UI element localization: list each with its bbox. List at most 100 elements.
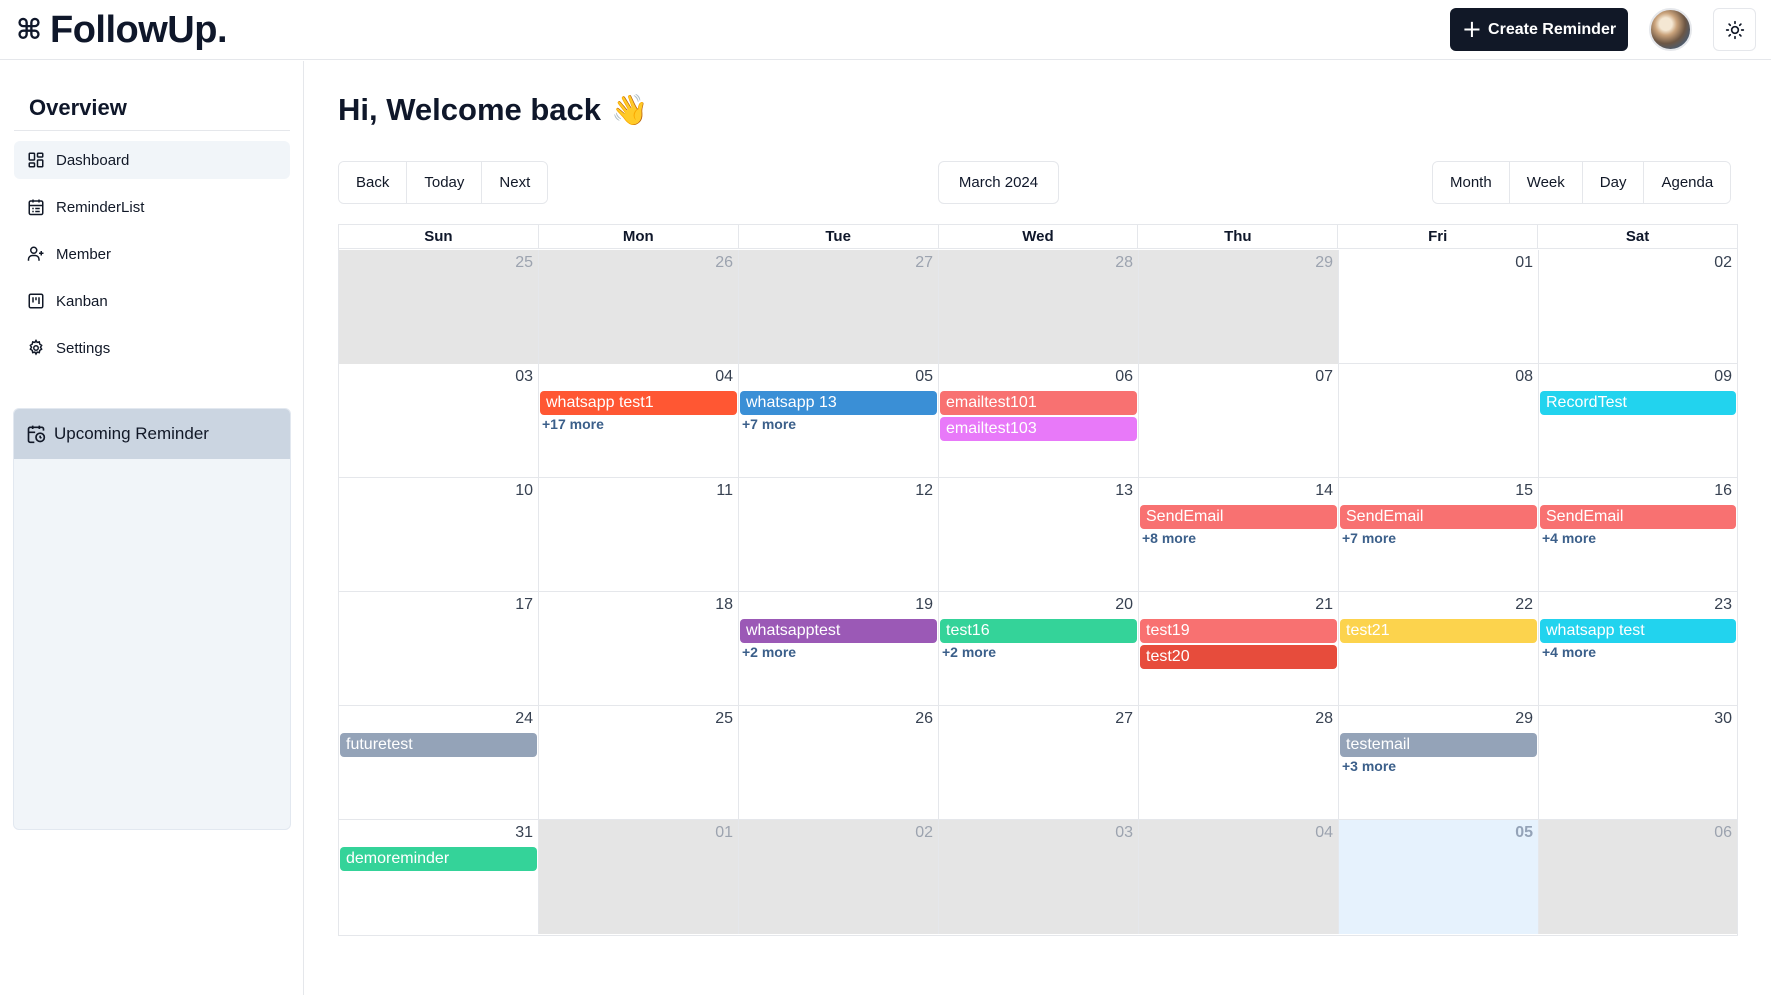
today-button[interactable]: Today: [407, 162, 483, 203]
agenda-view-button[interactable]: Agenda: [1644, 162, 1731, 203]
day-number[interactable]: 26: [915, 710, 933, 728]
calendar-event[interactable]: emailtest103: [940, 417, 1137, 441]
day-number[interactable]: 21: [1315, 596, 1333, 614]
calendar-day-cell[interactable]: 24 futuretest: [339, 706, 539, 820]
theme-toggle-button[interactable]: [1713, 8, 1756, 51]
calendar-event[interactable]: whatsapp 13: [740, 391, 937, 415]
day-number[interactable]: 01: [715, 824, 733, 842]
day-number[interactable]: 04: [715, 368, 733, 386]
day-number[interactable]: 03: [515, 368, 533, 386]
calendar-event[interactable]: RecordTest: [1540, 391, 1736, 415]
calendar-event[interactable]: whatsapptest: [740, 619, 937, 643]
day-number[interactable]: 29: [1515, 710, 1533, 728]
sidebar-item-dashboard[interactable]: Dashboard: [14, 141, 290, 179]
calendar-day-cell[interactable]: 14 SendEmail +8 more: [1139, 478, 1339, 592]
calendar-day-cell[interactable]: 15 SendEmail +7 more: [1339, 478, 1539, 592]
calendar-day-cell[interactable]: 27: [739, 250, 939, 364]
day-number[interactable]: 08: [1515, 368, 1533, 386]
calendar-day-today[interactable]: 05: [1339, 820, 1539, 934]
day-number[interactable]: 16: [1714, 482, 1732, 500]
calendar-day-cell[interactable]: 21 test19 test20: [1139, 592, 1339, 706]
calendar-event[interactable]: test20: [1140, 645, 1337, 669]
calendar-day-cell[interactable]: 23 whatsapp test +4 more: [1539, 592, 1737, 706]
day-number[interactable]: 31: [515, 824, 533, 842]
day-number[interactable]: 17: [515, 596, 533, 614]
day-number[interactable]: 10: [515, 482, 533, 500]
week-view-button[interactable]: Week: [1509, 162, 1583, 203]
next-button[interactable]: Next: [482, 162, 548, 203]
show-more-link[interactable]: +4 more: [1542, 644, 1596, 660]
calendar-event[interactable]: demoreminder: [340, 847, 537, 871]
calendar-day-cell[interactable]: 26: [539, 250, 739, 364]
calendar-day-cell[interactable]: 12: [739, 478, 939, 592]
upcoming-reminder-header[interactable]: Upcoming Reminder: [14, 409, 290, 459]
day-number[interactable]: 28: [1315, 710, 1333, 728]
day-number[interactable]: 01: [1515, 254, 1533, 272]
calendar-event[interactable]: whatsapp test1: [540, 391, 737, 415]
day-number[interactable]: 28: [1115, 254, 1133, 272]
day-number[interactable]: 22: [1515, 596, 1533, 614]
day-number[interactable]: 12: [915, 482, 933, 500]
day-number[interactable]: 25: [515, 254, 533, 272]
calendar-day-cell[interactable]: 02: [739, 820, 939, 934]
calendar-day-cell[interactable]: 09 RecordTest: [1539, 364, 1737, 478]
calendar-day-cell[interactable]: 31 demoreminder: [339, 820, 539, 934]
sidebar-item-member[interactable]: Member: [14, 235, 290, 273]
show-more-link[interactable]: +17 more: [542, 416, 604, 432]
show-more-link[interactable]: +2 more: [942, 644, 996, 660]
day-number[interactable]: 07: [1315, 368, 1333, 386]
calendar-day-cell[interactable]: 01: [539, 820, 739, 934]
calendar-day-cell[interactable]: 30: [1539, 706, 1737, 820]
calendar-day-cell[interactable]: 19 whatsapptest +2 more: [739, 592, 939, 706]
show-more-link[interactable]: +8 more: [1142, 530, 1196, 546]
calendar-day-cell[interactable]: 28: [939, 250, 1139, 364]
calendar-day-cell[interactable]: 03: [339, 364, 539, 478]
calendar-event[interactable]: whatsapp test: [1540, 619, 1736, 643]
calendar-event[interactable]: testemail: [1340, 733, 1537, 757]
calendar-day-cell[interactable]: 08: [1339, 364, 1539, 478]
calendar-event[interactable]: SendEmail: [1340, 505, 1537, 529]
calendar-day-cell[interactable]: 05 whatsapp 13 +7 more: [739, 364, 939, 478]
calendar-day-cell[interactable]: 25: [539, 706, 739, 820]
day-number[interactable]: 06: [1714, 824, 1732, 842]
calendar-day-cell[interactable]: 06: [1539, 820, 1737, 934]
calendar-event[interactable]: test16: [940, 619, 1137, 643]
calendar-day-cell[interactable]: 27: [939, 706, 1139, 820]
calendar-day-cell[interactable]: 22 test21: [1339, 592, 1539, 706]
day-number[interactable]: 18: [715, 596, 733, 614]
calendar-day-cell[interactable]: 10: [339, 478, 539, 592]
calendar-day-cell[interactable]: 20 test16 +2 more: [939, 592, 1139, 706]
calendar-day-cell[interactable]: 01: [1339, 250, 1539, 364]
calendar-day-cell[interactable]: 02: [1539, 250, 1737, 364]
day-number[interactable]: 27: [915, 254, 933, 272]
calendar-day-cell[interactable]: 13: [939, 478, 1139, 592]
day-number[interactable]: 19: [915, 596, 933, 614]
show-more-link[interactable]: +2 more: [742, 644, 796, 660]
calendar-day-cell[interactable]: 11: [539, 478, 739, 592]
calendar-day-cell[interactable]: 16 SendEmail +4 more: [1539, 478, 1737, 592]
calendar-event[interactable]: futuretest: [340, 733, 537, 757]
day-number[interactable]: 15: [1515, 482, 1533, 500]
day-number[interactable]: 02: [1714, 254, 1732, 272]
calendar-day-cell[interactable]: 03: [939, 820, 1139, 934]
calendar-day-cell[interactable]: 07: [1139, 364, 1339, 478]
show-more-link[interactable]: +3 more: [1342, 758, 1396, 774]
calendar-day-cell[interactable]: 29: [1139, 250, 1339, 364]
calendar-day-cell[interactable]: 04 whatsapp test1 +17 more: [539, 364, 739, 478]
sidebar-item-kanban[interactable]: Kanban: [14, 282, 290, 320]
day-number[interactable]: 11: [716, 482, 733, 500]
day-number[interactable]: 20: [1115, 596, 1133, 614]
day-number[interactable]: 04: [1315, 824, 1333, 842]
day-number[interactable]: 24: [515, 710, 533, 728]
calendar-day-cell[interactable]: 04: [1139, 820, 1339, 934]
calendar-day-cell[interactable]: 25: [339, 250, 539, 364]
day-number[interactable]: 30: [1714, 710, 1732, 728]
day-number[interactable]: 23: [1714, 596, 1732, 614]
calendar-day-cell[interactable]: 29 testemail +3 more: [1339, 706, 1539, 820]
calendar-event[interactable]: test21: [1340, 619, 1537, 643]
day-number[interactable]: 03: [1115, 824, 1133, 842]
day-view-button[interactable]: Day: [1582, 162, 1645, 203]
calendar-day-cell[interactable]: 17: [339, 592, 539, 706]
calendar-day-cell[interactable]: 18: [539, 592, 739, 706]
day-number[interactable]: 29: [1315, 254, 1333, 272]
